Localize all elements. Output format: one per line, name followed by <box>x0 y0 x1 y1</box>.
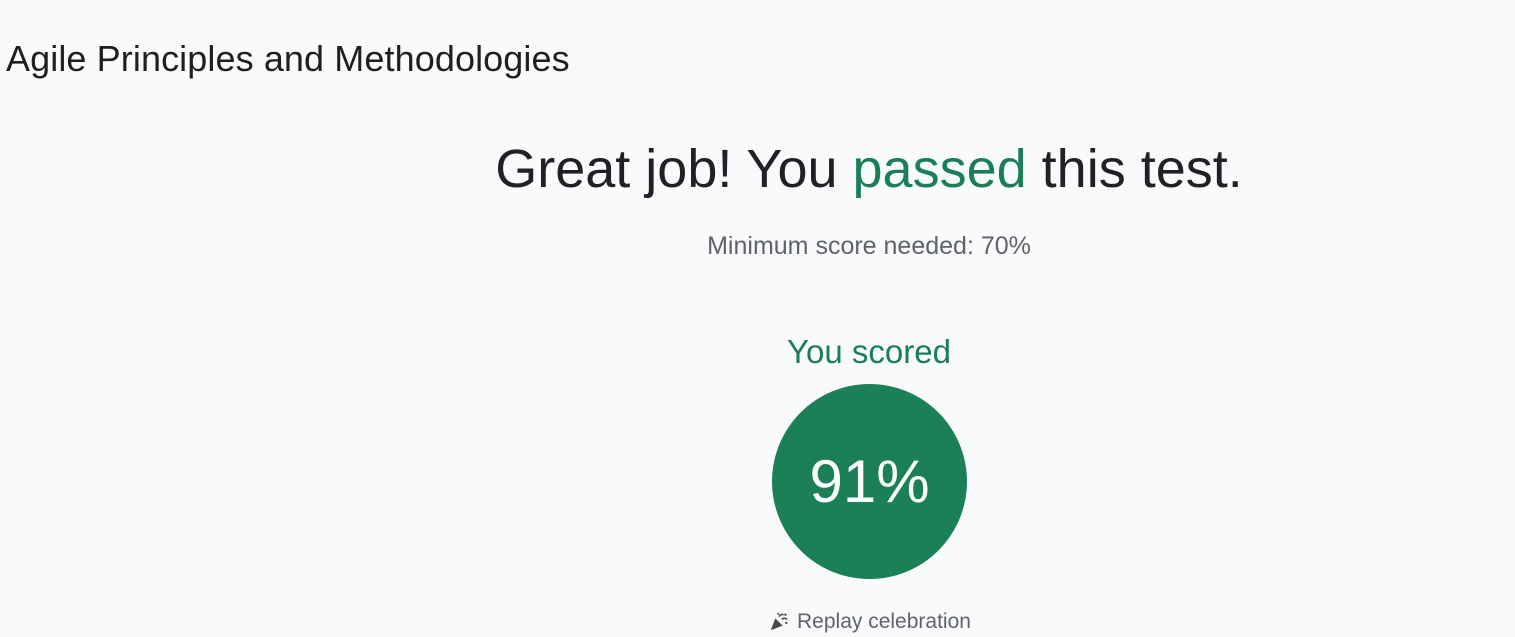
you-scored-label: You scored <box>787 333 951 370</box>
headline-suffix: this test. <box>1026 139 1243 199</box>
result-panel: Great job! You passed this test. Minimum… <box>0 0 1515 637</box>
replay-celebration-button[interactable]: Replay celebration <box>768 610 971 634</box>
headline-passed-highlight: passed <box>852 139 1027 199</box>
test-result-page: Agile Principles and Methodologies Great… <box>0 0 1515 637</box>
score-value: 91% <box>809 448 930 515</box>
replay-celebration-label: Replay celebration <box>797 610 971 633</box>
minimum-score-text: Minimum score needed: 70% <box>707 232 1031 260</box>
headline-prefix: Great job! You <box>495 139 853 199</box>
party-popper-icon <box>768 611 790 633</box>
score-circle: 91% <box>772 384 967 579</box>
result-headline: Great job! You passed this test. <box>0 138 1515 200</box>
